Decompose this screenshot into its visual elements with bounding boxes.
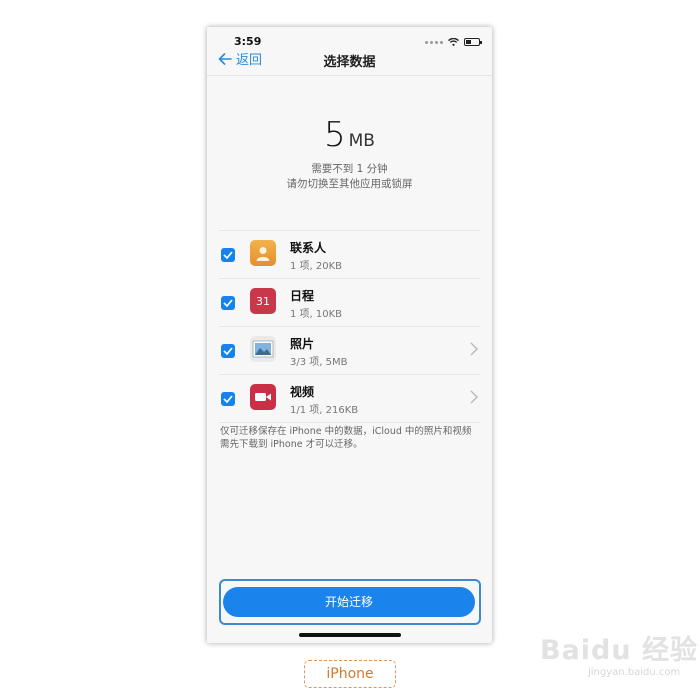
list-item-calendar[interactable]: 31 日程 1 项, 10KB xyxy=(219,278,480,326)
list-item-contacts[interactable]: 联系人 1 项, 20KB xyxy=(219,230,480,278)
signal-dots-icon xyxy=(425,40,443,44)
list-item-photos[interactable]: 照片 3/3 项, 5MB xyxy=(219,326,480,374)
size-value: 5 xyxy=(324,115,346,155)
item-meta: 1 项, 10KB xyxy=(290,309,343,320)
check-icon xyxy=(223,299,233,307)
video-icon xyxy=(250,384,276,410)
check-icon xyxy=(223,251,233,259)
watermark-url: jingyan.baidu.com xyxy=(588,667,681,678)
item-meta: 1 项, 20KB xyxy=(290,261,343,272)
list-item-video[interactable]: 视频 1/1 项, 216KB xyxy=(219,374,480,422)
item-name: 照片 xyxy=(290,337,315,351)
check-icon xyxy=(223,347,233,355)
data-size: 5 MB xyxy=(207,115,492,155)
item-name: 联系人 xyxy=(290,241,327,255)
data-list: 联系人 1 项, 20KB 31 日程 1 项, 10KB 照片 3/3 项, … xyxy=(219,230,480,423)
calendar-icon-day: 31 xyxy=(256,294,270,308)
page-title: 选择数据 xyxy=(323,55,376,70)
status-icons xyxy=(425,38,482,46)
item-name: 视频 xyxy=(290,385,315,399)
photos-icon xyxy=(250,336,276,362)
watermark-logo: Baidu 经验 xyxy=(540,635,699,666)
checkbox-checked[interactable] xyxy=(221,344,235,358)
checkbox-checked[interactable] xyxy=(221,248,235,262)
chevron-right-icon[interactable] xyxy=(470,390,478,404)
size-unit: MB xyxy=(348,131,375,151)
lock-hint: 请勿切换至其他应用或锁屏 xyxy=(286,178,413,190)
item-meta: 3/3 项, 5MB xyxy=(290,357,348,368)
time-hint: 需要不到 1 分钟 xyxy=(311,163,388,175)
nav-divider xyxy=(207,75,492,76)
check-icon xyxy=(223,395,233,403)
chevron-right-icon[interactable] xyxy=(470,342,478,356)
battery-icon xyxy=(464,38,482,46)
start-migration-button[interactable]: 开始迁移 xyxy=(223,587,475,617)
home-indicator[interactable] xyxy=(299,633,401,637)
device-caption: iPhone xyxy=(304,660,396,688)
wifi-icon xyxy=(448,38,459,46)
nav-bar: 返回 选择数据 xyxy=(207,49,492,75)
checkbox-checked[interactable] xyxy=(221,392,235,406)
item-meta: 1/1 项, 216KB xyxy=(290,405,359,416)
checkbox-checked[interactable] xyxy=(221,296,235,310)
calendar-icon: 31 xyxy=(250,288,276,314)
phone-screen: 3:59 返回 选择数据 5MB 需要不到 1 分钟 请勿切换至其他应用或锁屏 xyxy=(207,27,492,643)
item-name: 日程 xyxy=(290,289,315,303)
contacts-icon xyxy=(250,240,276,266)
status-time: 3:59 xyxy=(234,35,262,48)
migration-note: 仅可迁移保存在 iPhone 中的数据，iCloud 中的照片和视频需先下载到 … xyxy=(220,426,472,450)
list-divider xyxy=(219,422,480,423)
